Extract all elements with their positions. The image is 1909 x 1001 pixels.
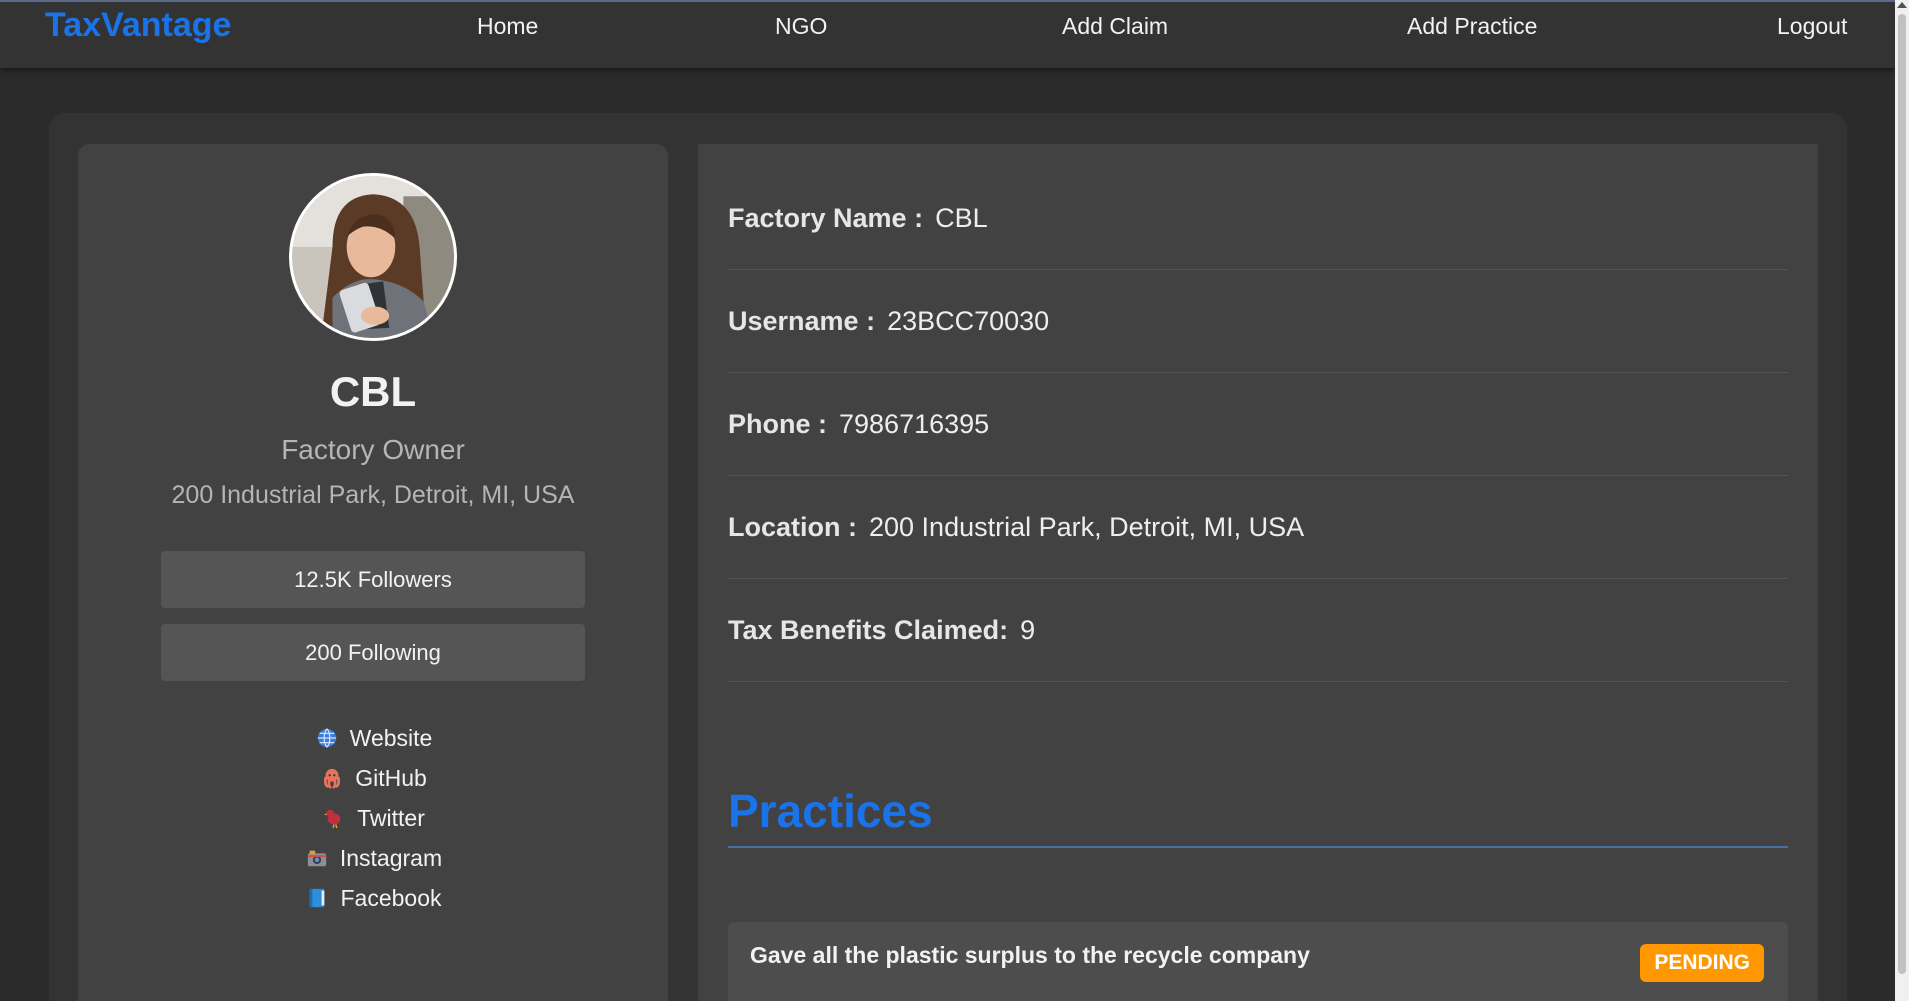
practice-text: Gave all the plastic surplus to the recy… xyxy=(750,942,1310,968)
social-links: Website GitHub Twitter Instagram Faceboo… xyxy=(78,718,668,918)
navbar: TaxVantage Home NGO Add Claim Add Practi… xyxy=(0,0,1895,68)
nav-home[interactable]: Home xyxy=(477,13,538,40)
following-button[interactable]: 200 Following xyxy=(161,624,585,681)
nav-ngo[interactable]: NGO xyxy=(775,13,827,40)
social-label-github: GitHub xyxy=(355,764,427,791)
social-label-facebook: Facebook xyxy=(340,884,442,911)
detail-row-tax-benefits: Tax Benefits Claimed: 9 xyxy=(728,579,1788,682)
detail-key: Location : xyxy=(728,511,857,542)
detail-value: 200 Industrial Park, Detroit, MI, USA xyxy=(869,511,1305,542)
nav-logout[interactable]: Logout xyxy=(1777,13,1847,40)
profile-role: Factory Owner xyxy=(281,434,465,465)
status-badge: PENDING xyxy=(1640,944,1764,982)
detail-row-username: Username : 23BCC70030 xyxy=(728,270,1788,373)
practices-title: Practices xyxy=(728,785,933,837)
book-icon xyxy=(304,887,330,909)
followers-button[interactable]: 12.5K Followers xyxy=(161,551,585,608)
nav-add-claim[interactable]: Add Claim xyxy=(1062,13,1168,40)
nav-add-practice[interactable]: Add Practice xyxy=(1407,13,1537,40)
detail-key: Phone : xyxy=(728,408,827,439)
detail-value: CBL xyxy=(935,202,988,233)
social-link-github[interactable]: GitHub xyxy=(78,758,668,798)
detail-row-factory-name: Factory Name : CBL xyxy=(728,167,1788,270)
social-link-website[interactable]: Website xyxy=(78,718,668,758)
globe-icon xyxy=(314,727,340,749)
scrollbar[interactable] xyxy=(1895,0,1909,1001)
social-link-facebook[interactable]: Facebook xyxy=(78,878,668,918)
detail-value: 7986716395 xyxy=(839,408,990,439)
social-label-twitter: Twitter xyxy=(357,804,425,831)
practice-item[interactable]: Gave all the plastic surplus to the recy… xyxy=(728,922,1788,1001)
profile-card: CBL Factory Owner 200 Industrial Park, D… xyxy=(78,144,668,1001)
social-label-instagram: Instagram xyxy=(339,844,443,871)
social-link-instagram[interactable]: Instagram xyxy=(78,838,668,878)
detail-row-location: Location : 200 Industrial Park, Detroit,… xyxy=(728,476,1788,579)
avatar-photo xyxy=(292,176,454,338)
profile-address: 200 Industrial Park, Detroit, MI, USA xyxy=(171,481,575,509)
details-panel: Factory Name : CBL Username : 23BCC70030… xyxy=(698,144,1818,1001)
profile-page: TaxVantage Home NGO Add Claim Add Practi… xyxy=(0,0,1909,1001)
scroll-thumb[interactable] xyxy=(1898,14,1906,974)
detail-key: Factory Name : xyxy=(728,202,924,233)
brand-logo[interactable]: TaxVantage xyxy=(45,6,231,45)
detail-row-phone: Phone : 7986716395 xyxy=(728,373,1788,476)
detail-key: Tax Benefits Claimed: xyxy=(728,614,1009,645)
octopus-icon xyxy=(319,767,345,789)
bird-icon xyxy=(321,807,347,829)
camera-icon xyxy=(304,847,330,869)
profile-name: CBL xyxy=(329,368,417,415)
detail-value: 23BCC70030 xyxy=(887,305,1050,336)
avatar xyxy=(289,173,457,341)
section-divider xyxy=(728,846,1788,848)
detail-value: 9 xyxy=(1020,614,1036,645)
scroll-up-arrow-icon[interactable] xyxy=(1897,2,1907,8)
social-label-website: Website xyxy=(349,724,433,751)
detail-key: Username : xyxy=(728,305,876,336)
social-link-twitter[interactable]: Twitter xyxy=(78,798,668,838)
